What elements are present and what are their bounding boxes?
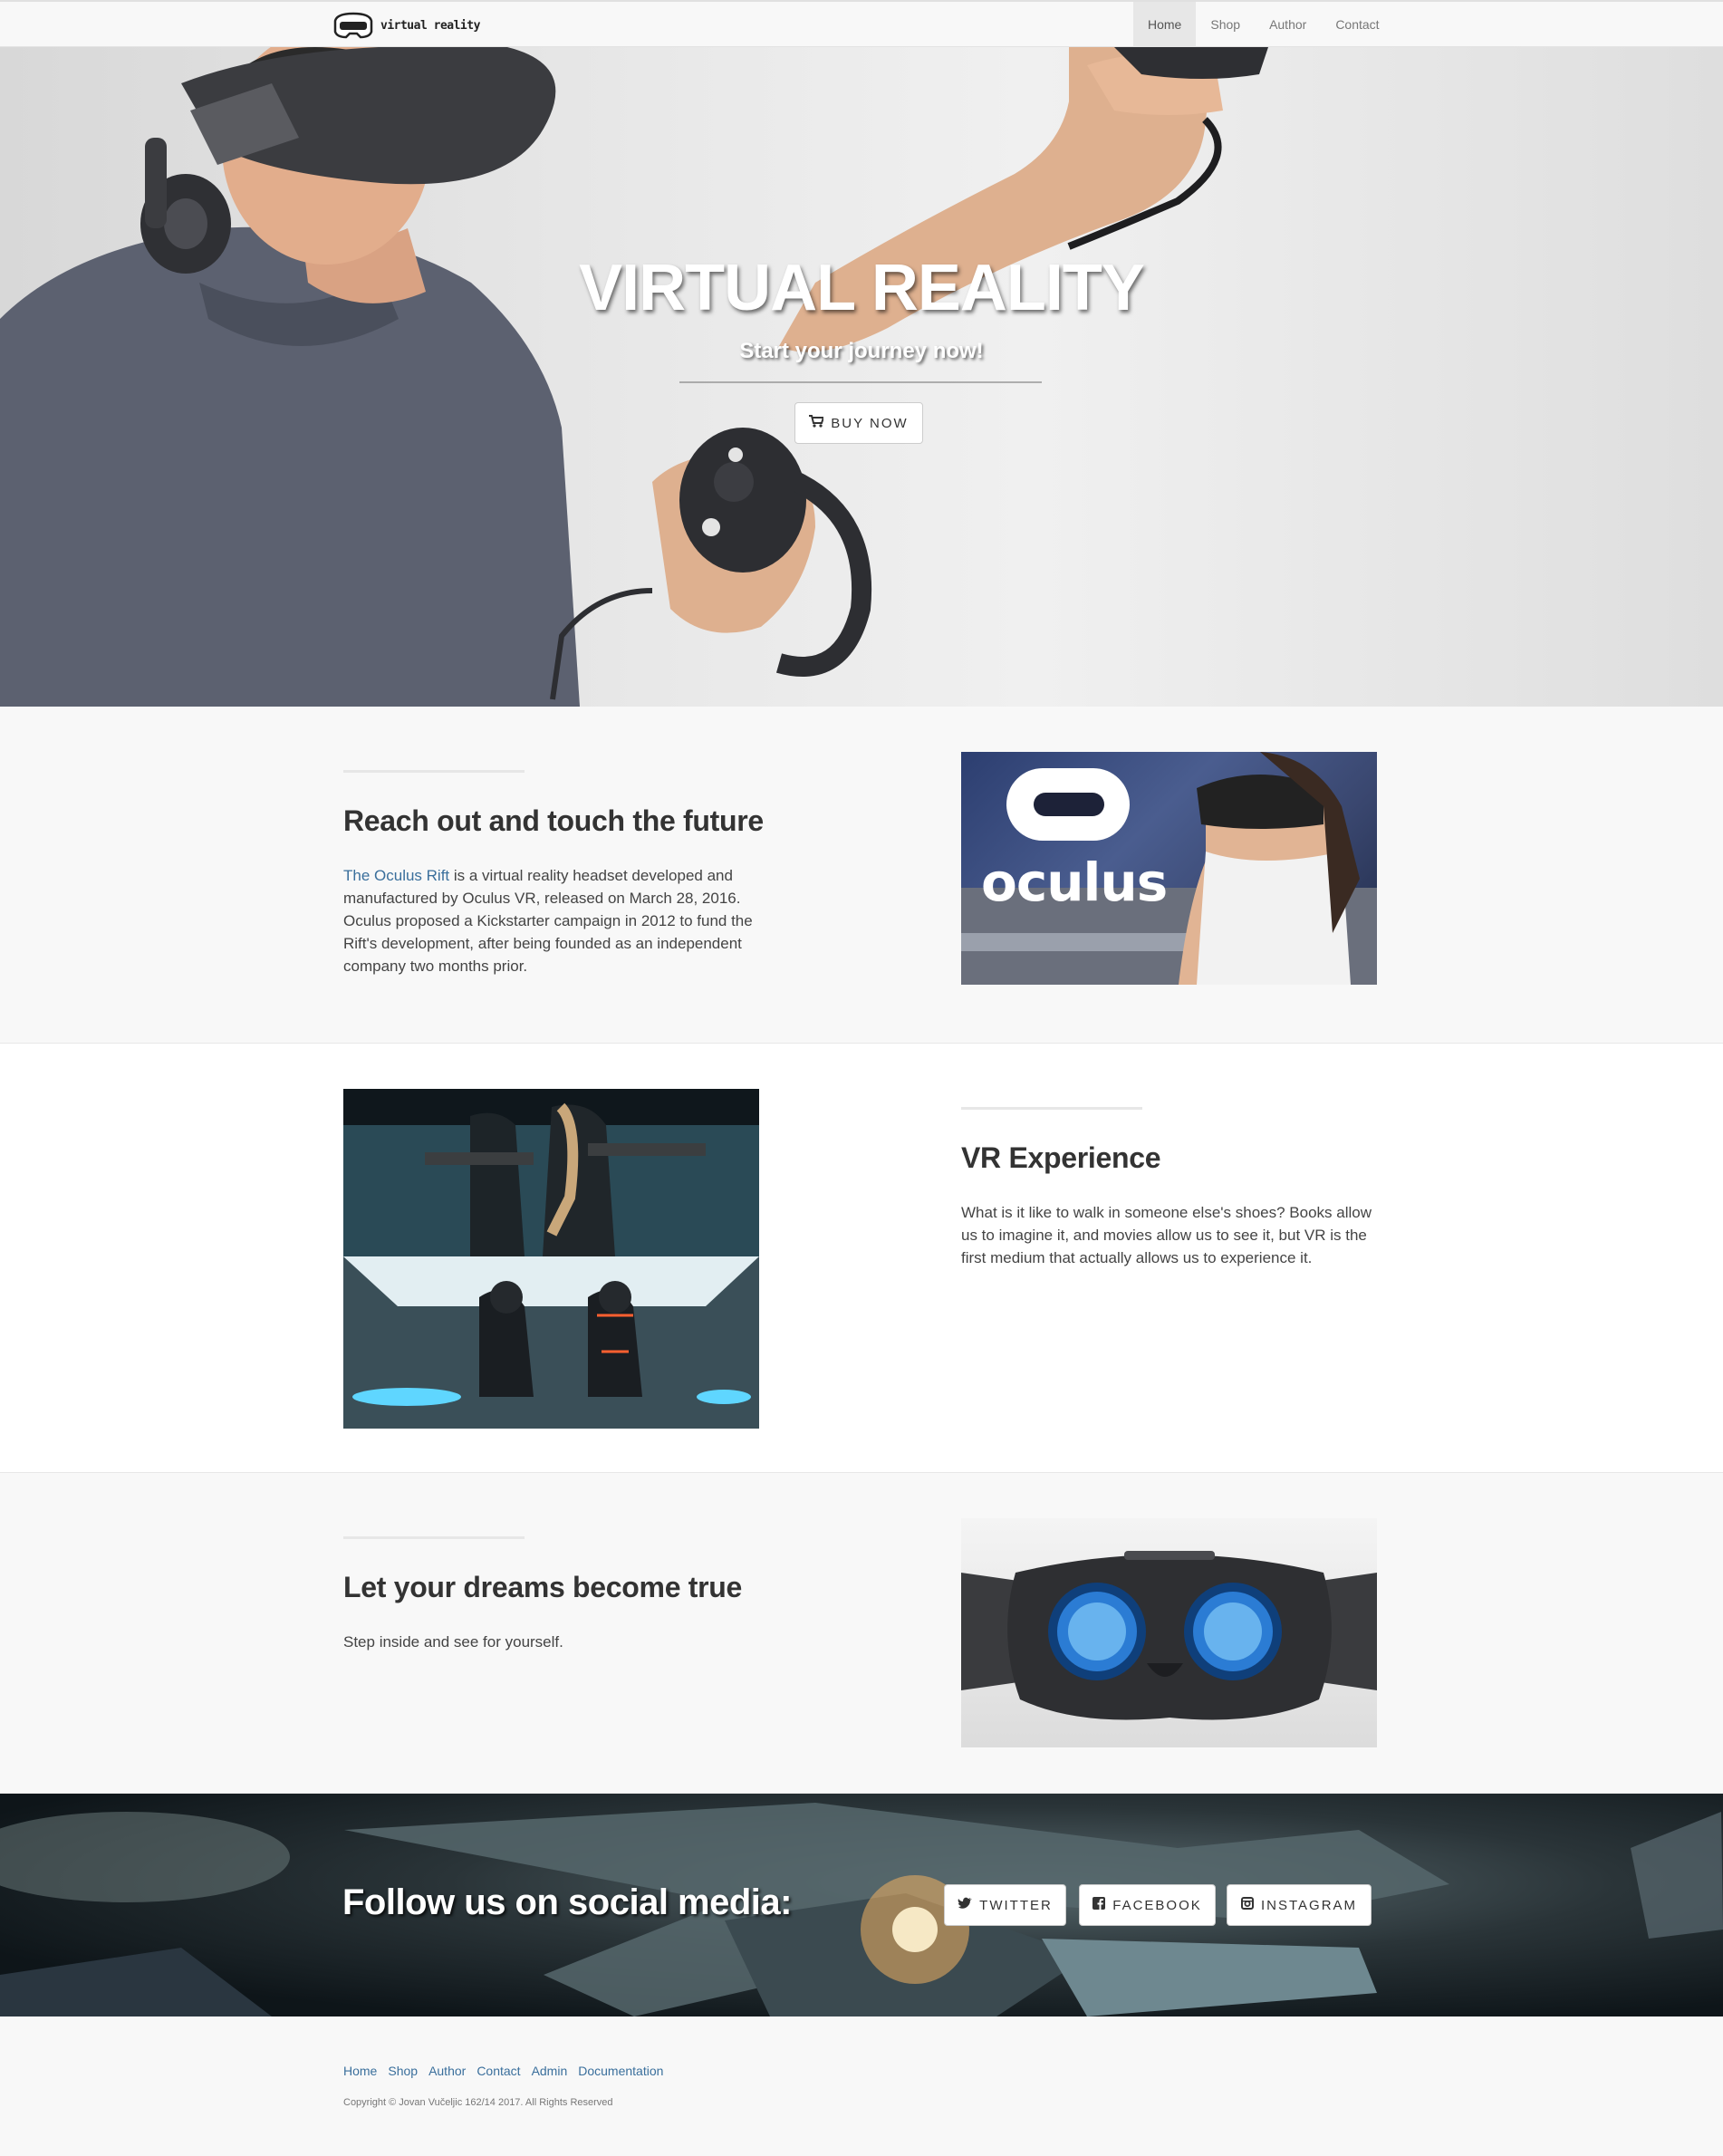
footer-links: Home Shop Author Contact Admin Documenta… xyxy=(343,2064,674,2078)
brand-text: virtual reality xyxy=(380,18,480,33)
facebook-button[interactable]: FACEBOOK xyxy=(1079,1884,1216,1926)
headset-image xyxy=(961,1518,1377,1747)
twitter-icon xyxy=(958,1897,973,1913)
buy-now-label: BUY NOW xyxy=(831,415,909,431)
section-divider xyxy=(343,770,525,773)
footer-link-shop[interactable]: Shop xyxy=(388,2064,418,2078)
section-text: Step inside and see for yourself. xyxy=(343,1633,563,1651)
instagram-button[interactable]: INSTAGRAM xyxy=(1227,1884,1372,1926)
instagram-icon xyxy=(1240,1897,1254,1913)
footer-link-admin[interactable]: Admin xyxy=(532,2064,568,2078)
footer-link-home[interactable]: Home xyxy=(343,2064,377,2078)
buy-now-button[interactable]: BUY NOW xyxy=(794,402,923,444)
footer: Home Shop Author Contact Admin Documenta… xyxy=(0,2016,1723,2156)
facebook-icon xyxy=(1093,1897,1106,1913)
nav-item-contact[interactable]: Contact xyxy=(1321,2,1393,47)
section-divider xyxy=(961,1107,1142,1110)
social-title: Follow us on social media: xyxy=(342,1882,792,1922)
vr-experience-image xyxy=(343,1089,759,1429)
facebook-label: FACEBOOK xyxy=(1112,1897,1202,1913)
section-oculus: Reach out and touch the future The Oculu… xyxy=(0,707,1723,1044)
oculus-image-label: oculus xyxy=(981,852,1168,913)
hero-title: VIRTUAL REALITY xyxy=(579,252,1145,324)
section-text: The Oculus Rift is a virtual reality hea… xyxy=(343,864,760,977)
section-heading: VR Experience xyxy=(961,1141,1161,1174)
section-divider xyxy=(343,1536,525,1539)
hero-divider xyxy=(679,381,1042,383)
hero-subtitle: Start your journey now! xyxy=(739,339,984,363)
vr-headset-icon xyxy=(332,10,375,41)
section-text: What is it like to walk in someone else'… xyxy=(961,1204,1372,1266)
copyright-text: Copyright © Jovan Vučeljic 162/14 2017. … xyxy=(343,2097,613,2108)
instagram-label: INSTAGRAM xyxy=(1260,1897,1358,1913)
twitter-label: TWITTER xyxy=(979,1897,1053,1913)
hero-section: VIRTUAL REALITY Start your journey now! … xyxy=(0,47,1723,707)
footer-link-contact[interactable]: Contact xyxy=(476,2064,520,2078)
twitter-button[interactable]: TWITTER xyxy=(944,1884,1066,1926)
nav-item-shop[interactable]: Shop xyxy=(1196,2,1255,47)
footer-link-documentation[interactable]: Documentation xyxy=(578,2064,663,2078)
oculus-rift-link[interactable]: The Oculus Rift xyxy=(343,867,449,884)
main-nav: Home Shop Author Contact xyxy=(1133,2,1394,47)
footer-link-author[interactable]: Author xyxy=(428,2064,466,2078)
shopping-cart-icon xyxy=(809,415,825,431)
navbar: virtual reality Home Shop Author Contact xyxy=(0,0,1723,47)
section-heading: Reach out and touch the future xyxy=(343,804,764,837)
section-dreams: Let your dreams become true Step inside … xyxy=(0,1473,1723,1794)
hero-image xyxy=(0,47,1268,707)
section-heading: Let your dreams become true xyxy=(343,1571,743,1603)
social-section: Follow us on social media: TWITTER FACEB… xyxy=(0,1794,1723,2016)
section-vr-experience: VR Experience What is it like to walk in… xyxy=(0,1044,1723,1473)
nav-item-home[interactable]: Home xyxy=(1133,2,1197,47)
brand-logo[interactable]: virtual reality xyxy=(332,7,480,43)
space-background-image xyxy=(0,1803,1723,2016)
nav-item-author[interactable]: Author xyxy=(1255,2,1321,47)
oculus-image: oculus xyxy=(961,752,1377,985)
